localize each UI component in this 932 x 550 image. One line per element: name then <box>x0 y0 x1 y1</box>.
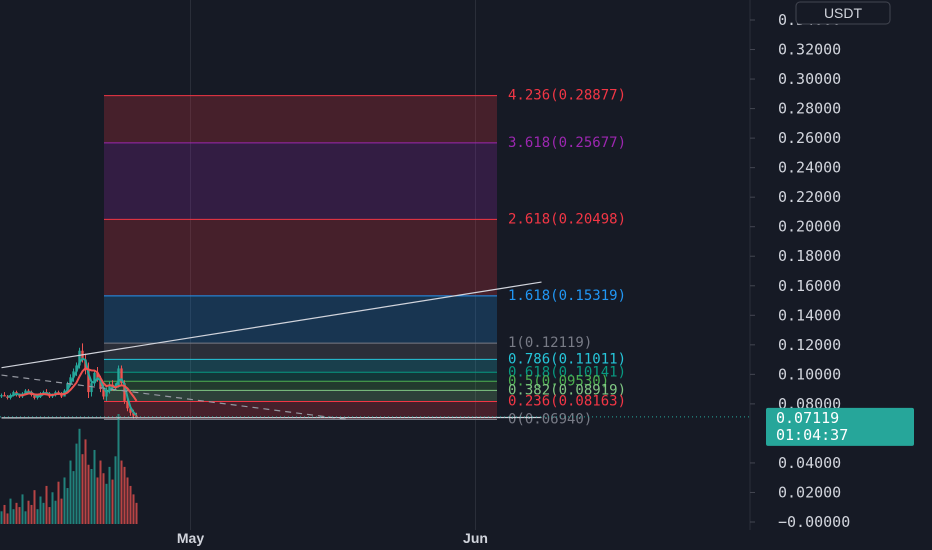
price-tick-label: 0.10000 <box>778 365 841 383</box>
volume-bar <box>99 460 102 524</box>
volume-bar <box>93 449 96 524</box>
volume-bar <box>51 492 54 524</box>
fib-level-label: 4.236(0.28877) <box>508 88 626 104</box>
volume-bar <box>123 466 126 524</box>
volume-bar <box>87 464 90 524</box>
price-tick-label: 0.28000 <box>778 100 841 118</box>
volume-bar <box>105 483 108 524</box>
price-tick-label: 0.20000 <box>778 218 841 236</box>
volume-bar <box>45 485 48 524</box>
fib-level-label: 1(0.12119) <box>508 335 592 351</box>
price-tick-label: 0.04000 <box>778 454 841 472</box>
fib-band <box>104 390 497 402</box>
volume-bar <box>108 466 111 524</box>
fib-level-label: 1.618(0.15319) <box>508 288 626 304</box>
volume-bar <box>63 477 66 524</box>
volume-bar <box>129 485 132 524</box>
bar-countdown: 01:04:37 <box>776 426 848 444</box>
volume-bar <box>18 507 21 524</box>
volume-bar <box>75 443 78 524</box>
volume-bar <box>0 511 3 524</box>
fib-band <box>104 219 497 296</box>
fib-band <box>104 381 497 391</box>
volume-bar <box>21 494 24 524</box>
volume-bar <box>126 477 129 524</box>
volume-bar <box>102 473 105 524</box>
volume-bar <box>12 509 15 524</box>
volume-bar <box>42 502 45 524</box>
time-tick-label: Jun <box>463 530 488 546</box>
fib-level-label: 3.618(0.25677) <box>508 135 626 151</box>
candle-body <box>0 395 3 397</box>
fib-band <box>104 359 497 373</box>
fib-level-label: 0(0.06940) <box>508 412 592 428</box>
volume-bar <box>3 504 6 524</box>
volume-bar <box>9 498 12 524</box>
fib-extension-bands[interactable] <box>104 95 497 421</box>
volume-bar <box>33 490 36 524</box>
price-tick-label: 0.24000 <box>778 159 841 177</box>
time-axis[interactable]: May Jun <box>177 530 488 546</box>
volume-bar <box>24 511 27 524</box>
volume-bar <box>54 500 57 524</box>
price-axis[interactable]: 0.340000.320000.300000.280000.260000.240… <box>750 11 850 531</box>
volume-bar <box>60 498 63 524</box>
fib-band <box>104 95 497 143</box>
volume-bar <box>84 439 87 524</box>
price-tick-label: 0.26000 <box>778 129 841 147</box>
volume-bar <box>90 469 93 524</box>
fib-level-label: 2.618(0.20498) <box>508 211 626 227</box>
candle-body <box>3 395 6 397</box>
volume-bar <box>96 477 99 524</box>
volume-bar <box>48 507 51 524</box>
volume-bar <box>66 488 69 524</box>
price-tick-label: 0.02000 <box>778 483 841 501</box>
volume-bar <box>6 513 9 524</box>
time-tick-label: May <box>177 530 204 546</box>
volume-bar <box>15 502 18 524</box>
volume-bar <box>30 504 33 524</box>
volume-bar <box>72 471 75 524</box>
volume-bar <box>114 456 117 524</box>
price-tick-label: 0.18000 <box>778 247 841 265</box>
fib-band <box>104 372 497 382</box>
price-tick-label: 0.14000 <box>778 306 841 324</box>
volume-bar <box>78 428 81 524</box>
volume-bar <box>39 496 42 524</box>
volume-bar <box>132 494 135 524</box>
volume-bar <box>117 414 120 524</box>
price-tick-label: 0.16000 <box>778 277 841 295</box>
fib-level-label: 0.236(0.08163) <box>508 393 626 409</box>
volume-bar <box>120 460 123 524</box>
price-tick-label: 0.32000 <box>778 41 841 59</box>
volume-bar <box>69 460 72 524</box>
fib-extension-labels: 4.236(0.28877) 3.618(0.25677) 2.618(0.2049… <box>508 88 626 428</box>
fib-band <box>104 142 497 220</box>
volume-bar <box>36 509 39 524</box>
price-tick-label: 0.22000 <box>778 188 841 206</box>
chart-window[interactable]: 4.236(0.28877) 3.618(0.25677) 2.618(0.2049… <box>0 0 932 550</box>
volume-bar <box>111 479 114 524</box>
volume-bar <box>27 500 30 524</box>
volume-bar <box>81 454 84 524</box>
volume-bar <box>135 502 138 524</box>
price-tick-label: −0.00000 <box>778 513 850 531</box>
volume-bars <box>0 414 138 524</box>
price-tick-label: 0.30000 <box>778 70 841 88</box>
price-tick-label: 0.12000 <box>778 336 841 354</box>
quote-currency-label: USDT <box>824 5 863 21</box>
currency-selector[interactable]: USDT <box>795 1 891 25</box>
current-price-badge: 0.07119 01:04:37 <box>766 407 914 446</box>
fib-band <box>104 343 497 360</box>
volume-bar <box>57 481 60 524</box>
price-chart[interactable]: 4.236(0.28877) 3.618(0.25677) 2.618(0.2049… <box>0 0 932 550</box>
current-price-value: 0.07119 <box>776 409 839 427</box>
candle-body <box>90 383 93 393</box>
fib-band <box>104 295 497 344</box>
